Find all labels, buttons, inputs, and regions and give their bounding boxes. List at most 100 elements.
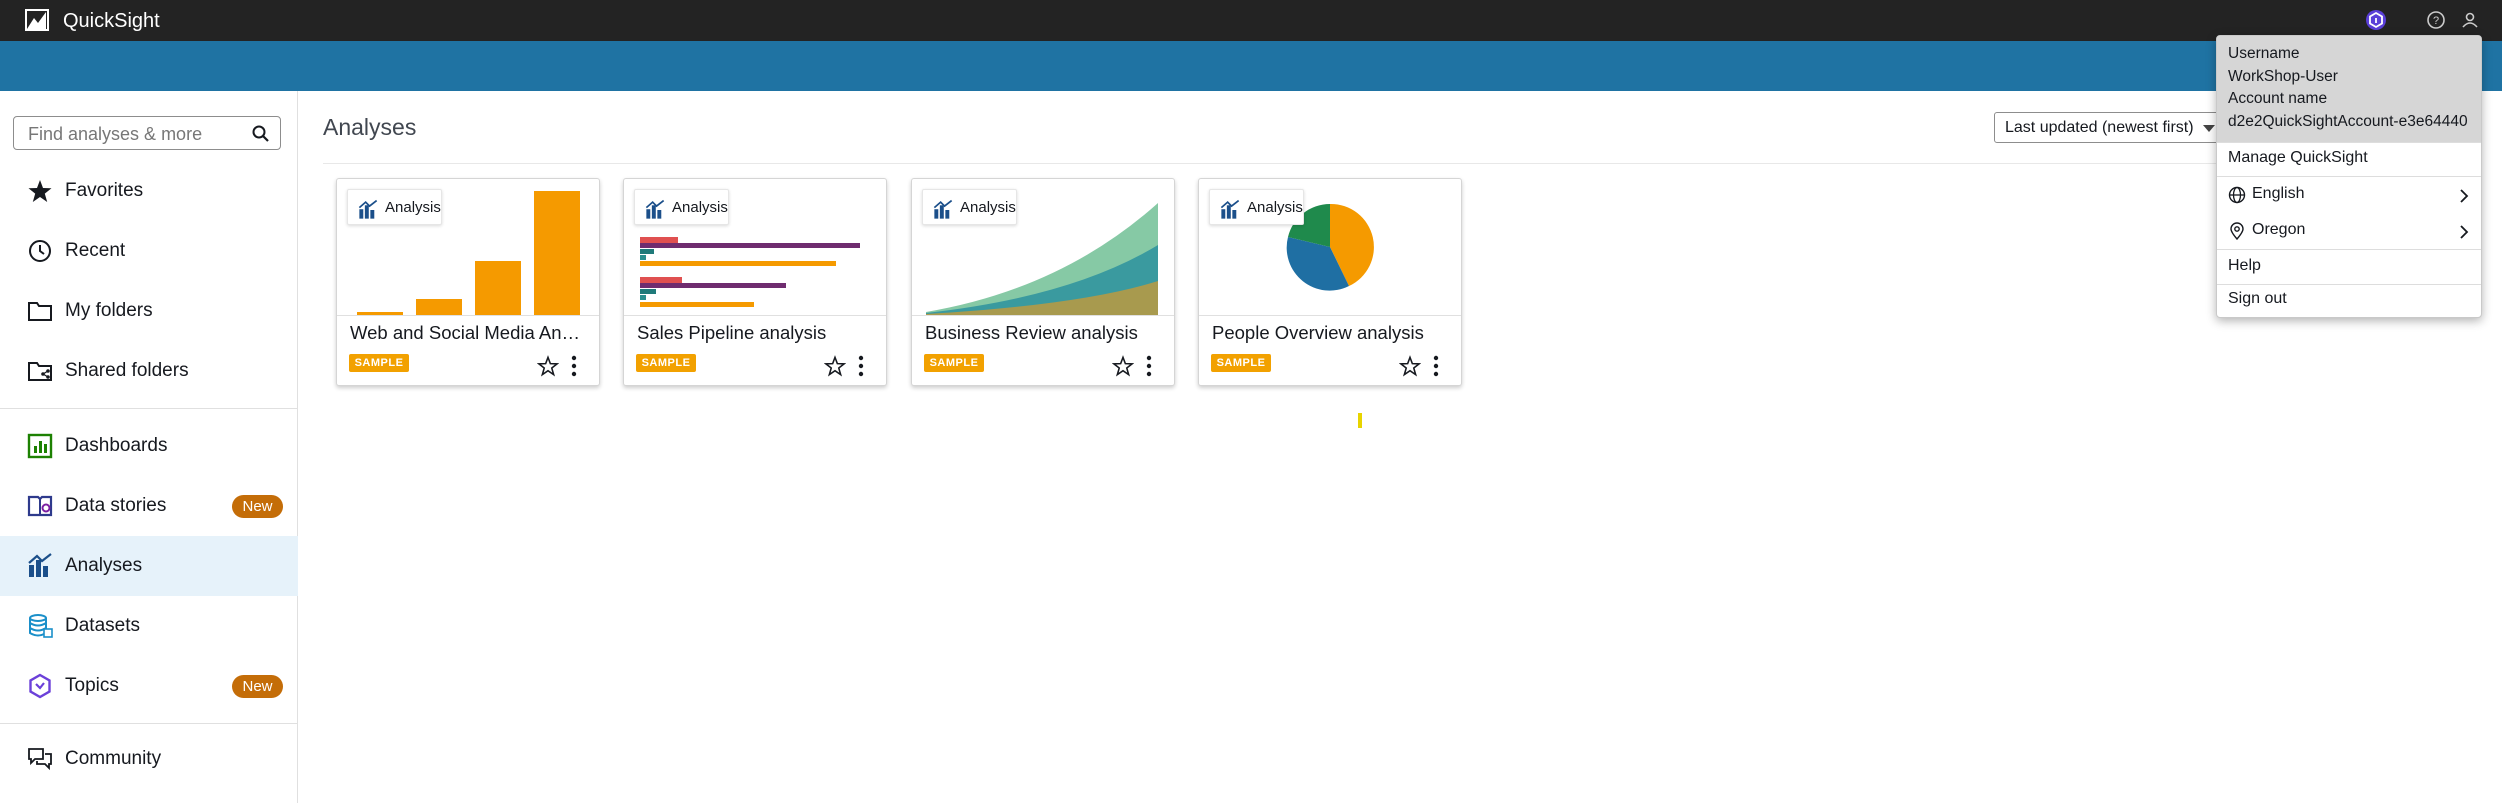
region-label: Oregon	[2252, 221, 2306, 238]
username-value: WorkShop-User	[2228, 68, 2338, 85]
quicksight-logo-icon[interactable]	[25, 9, 49, 31]
new-badge: New	[232, 674, 283, 698]
analysis-card[interactable]: Analysis People Overview analysis SAMPLE	[1198, 178, 1462, 386]
sort-select-value: Last updated (newest first)	[2005, 119, 2194, 136]
analysis-type-text: Analysis	[960, 199, 1016, 216]
sidebar-item-shared-folders[interactable]: Shared folders	[0, 341, 298, 401]
sample-badge: SAMPLE	[924, 354, 984, 372]
more-options-icon[interactable]	[856, 355, 866, 377]
manage-quicksight-label: Manage QuickSight	[2228, 149, 2368, 166]
header-band	[0, 41, 2502, 91]
q-assistant-icon[interactable]	[2365, 9, 2387, 31]
analysis-card[interactable]: Analysis Business Review analysis SAMPLE	[911, 178, 1175, 386]
more-options-icon[interactable]	[569, 355, 579, 377]
card-thumbnail[interactable]: Analysis	[624, 179, 886, 316]
username-label: Username	[2228, 45, 2300, 62]
analysis-card[interactable]: Analysis Sales Pipeline analysis SAMPLE	[623, 178, 887, 386]
new-badge: New	[232, 494, 283, 518]
search-placeholder: Find analyses & more	[28, 124, 203, 144]
search-input[interactable]: Find analyses & more	[13, 116, 281, 150]
sidebar-item-label: Community	[65, 748, 162, 769]
analysis-type-label: Analysis	[922, 189, 1017, 225]
sidebar-item-topics[interactable]: Topics New	[0, 656, 298, 716]
language-item[interactable]: English	[2217, 178, 2481, 212]
account-info: Username WorkShop-User Account name d2e2…	[2217, 36, 2481, 142]
favorite-star-icon[interactable]	[537, 355, 559, 377]
help-icon[interactable]: ?	[2425, 9, 2447, 31]
analysis-icon	[28, 553, 52, 577]
chevron-right-icon	[2460, 225, 2469, 239]
sidebar-divider	[0, 723, 298, 724]
sidebar-item-favorites[interactable]: Favorites	[0, 161, 298, 221]
user-icon[interactable]	[2459, 9, 2481, 31]
dashboard-icon	[27, 433, 53, 459]
sidebar-item-my-folders[interactable]: My folders	[0, 281, 298, 341]
sidebar-item-label: Dashboards	[65, 435, 168, 456]
card-title[interactable]: Web and Social Media Anal...	[350, 322, 588, 344]
card-thumbnail[interactable]: Analysis	[1199, 179, 1461, 316]
analysis-type-label: Analysis	[347, 189, 442, 225]
title-divider	[323, 163, 2223, 164]
sidebar-item-label: Favorites	[65, 180, 144, 201]
loading-indicator	[1358, 413, 1362, 428]
more-options-icon[interactable]	[1144, 355, 1154, 377]
sidebar-item-community[interactable]: Community	[0, 729, 298, 789]
analysis-type-label: Analysis	[1209, 189, 1304, 225]
sidebar-item-label: Analyses	[65, 555, 143, 576]
app-name[interactable]: QuickSight	[63, 10, 160, 33]
database-icon	[29, 614, 53, 638]
sign-out-item[interactable]: Sign out	[2217, 283, 2481, 317]
topics-icon	[29, 673, 51, 699]
manage-quicksight-item[interactable]: Manage QuickSight	[2217, 142, 2481, 176]
clock-icon	[29, 240, 51, 262]
sign-out-label: Sign out	[2228, 290, 2287, 307]
more-options-icon[interactable]	[1431, 355, 1441, 377]
menu-divider	[2217, 176, 2481, 177]
account-name-label: Account name	[2228, 90, 2328, 107]
favorite-star-icon[interactable]	[1112, 355, 1134, 377]
favorite-star-icon[interactable]	[1399, 355, 1421, 377]
sidebar-item-dashboards[interactable]: Dashboards	[0, 416, 298, 476]
sidebar-item-recent[interactable]: Recent	[0, 221, 298, 281]
sidebar-item-label: Data stories	[65, 495, 167, 516]
sidebar-divider	[0, 408, 298, 409]
book-icon	[27, 495, 53, 517]
help-label: Help	[2228, 257, 2261, 274]
sort-select[interactable]: Last updated (newest first)	[1994, 112, 2224, 143]
sidebar-item-label: Recent	[65, 240, 126, 261]
account-name-value: d2e2QuickSightAccount-e3e64440	[2228, 113, 2468, 130]
caret-down-icon	[2203, 125, 2215, 132]
location-pin-icon	[2230, 222, 2244, 240]
sidebar-item-datasets[interactable]: Datasets	[0, 596, 298, 656]
sidebar-item-data-stories[interactable]: Data stories New	[0, 476, 298, 536]
shared-folder-icon	[28, 362, 52, 381]
card-title[interactable]: Sales Pipeline analysis	[637, 322, 875, 344]
chevron-right-icon	[2460, 189, 2469, 203]
sample-badge: SAMPLE	[1211, 354, 1271, 372]
sidebar-item-analyses[interactable]: Analyses	[0, 536, 298, 596]
sample-badge: SAMPLE	[349, 354, 409, 372]
analysis-icon	[1220, 199, 1240, 219]
card-title[interactable]: Business Review analysis	[925, 322, 1163, 344]
account-menu: Username WorkShop-User Account name d2e2…	[2216, 35, 2482, 318]
card-title[interactable]: People Overview analysis	[1212, 322, 1450, 344]
region-item[interactable]: Oregon	[2217, 214, 2481, 248]
star-icon	[28, 180, 52, 202]
card-thumbnail[interactable]: Analysis	[337, 179, 599, 316]
card-thumbnail[interactable]: Analysis	[912, 179, 1174, 316]
sidebar-item-label: Datasets	[65, 615, 140, 636]
sidebar-item-label: Topics	[65, 675, 119, 696]
analysis-icon	[358, 199, 378, 219]
globe-icon	[2228, 186, 2246, 204]
analysis-card[interactable]: Analysis Web and Social Media Anal... SA…	[336, 178, 600, 386]
help-item[interactable]: Help	[2217, 250, 2481, 284]
search-icon[interactable]	[252, 125, 270, 143]
favorite-star-icon[interactable]	[824, 355, 846, 377]
analysis-type-text: Analysis	[1247, 199, 1303, 216]
analysis-icon	[645, 199, 665, 219]
folder-icon	[28, 302, 52, 321]
analysis-type-text: Analysis	[385, 199, 441, 216]
sidebar: Find analyses & more Favorites Recent My…	[0, 91, 298, 803]
svg-text:?: ?	[2433, 15, 2439, 27]
top-bar: QuickSight ?	[0, 0, 2502, 41]
